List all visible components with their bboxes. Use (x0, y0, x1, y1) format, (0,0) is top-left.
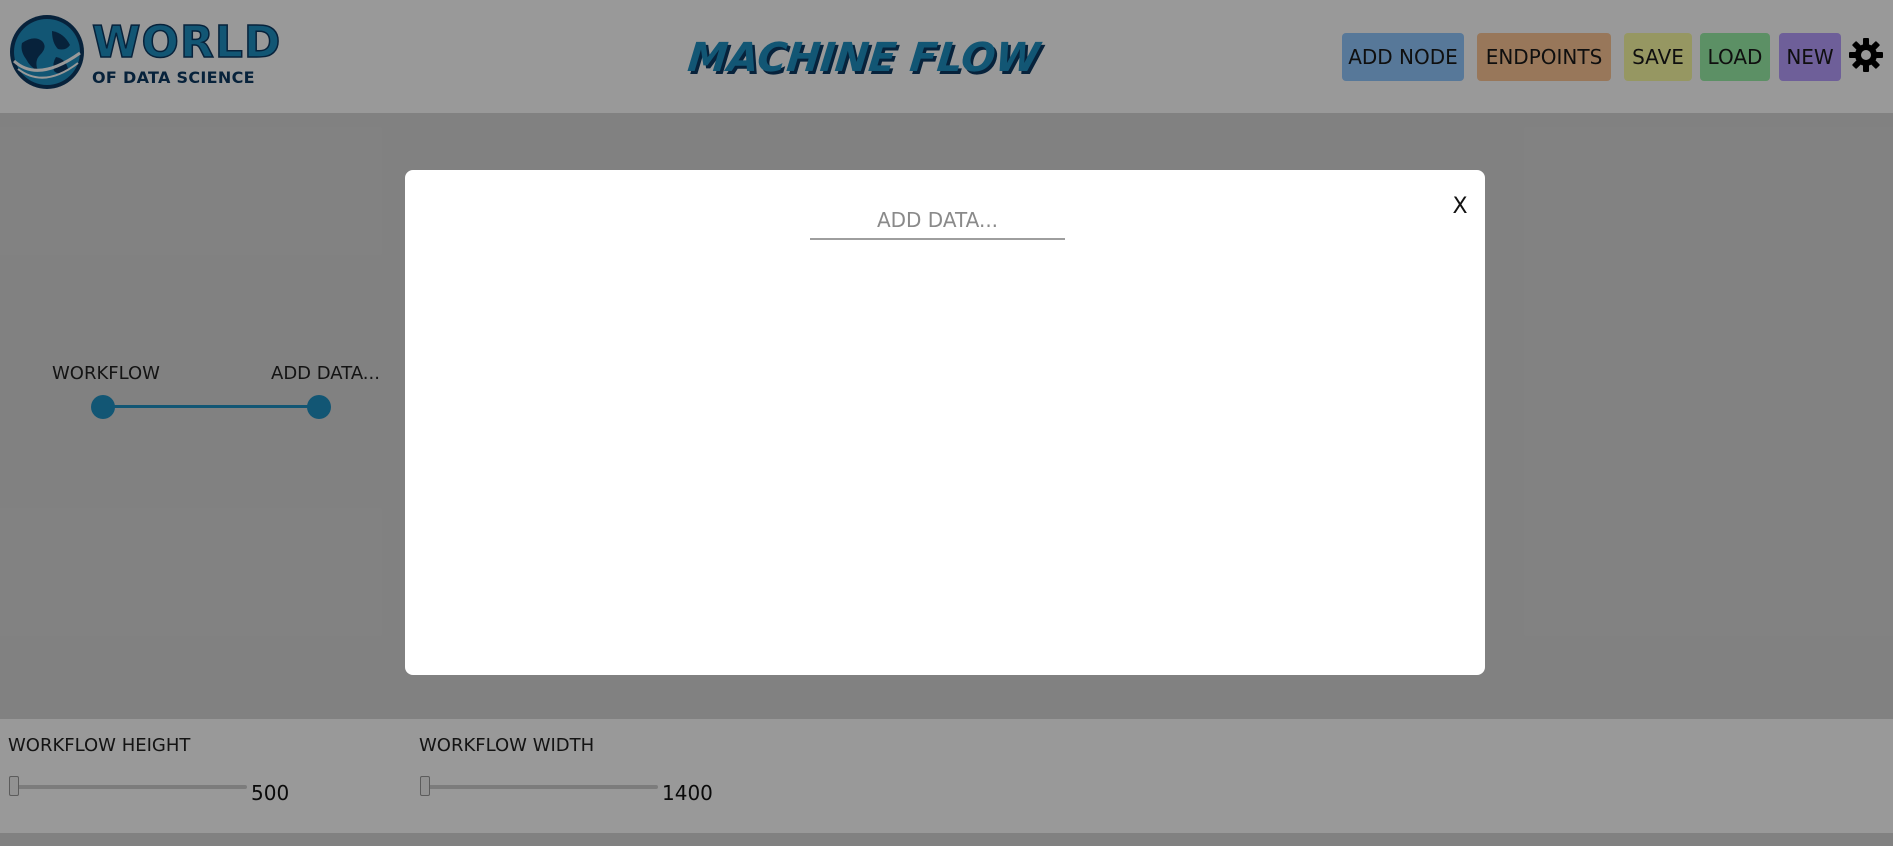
add-data-input[interactable] (810, 202, 1065, 240)
close-button[interactable]: X (1445, 192, 1475, 222)
add-data-modal: X (405, 170, 1485, 675)
